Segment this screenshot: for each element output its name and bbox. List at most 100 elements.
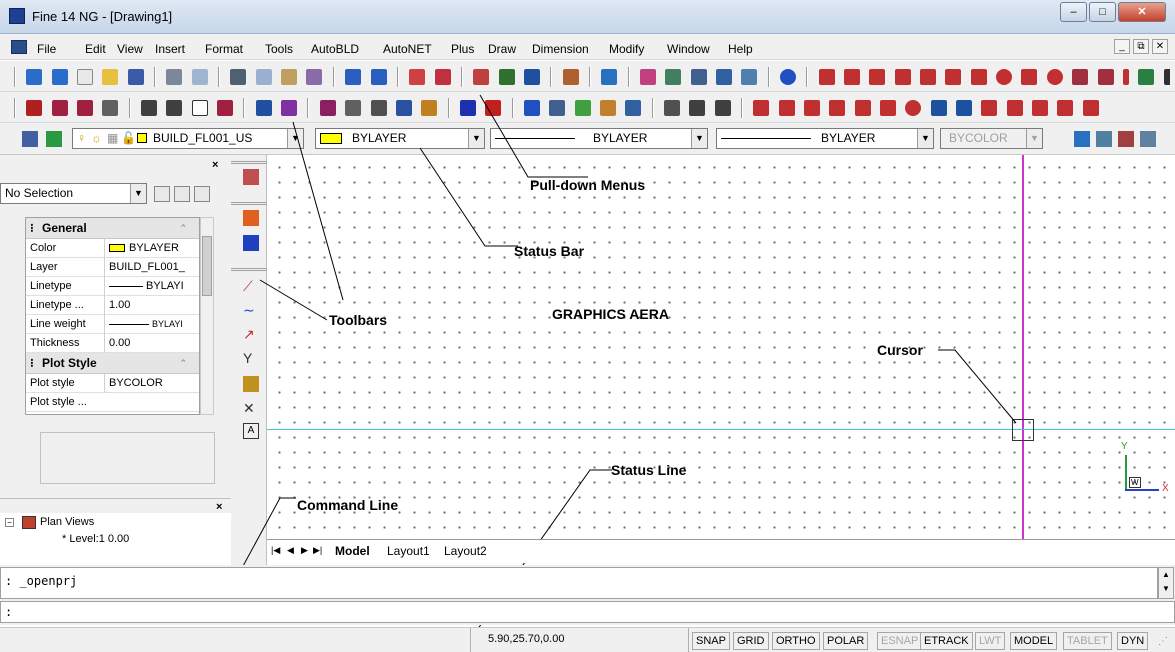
paste-icon[interactable] xyxy=(281,69,298,85)
match-properties-icon[interactable] xyxy=(306,69,323,85)
text-style-icon[interactable] xyxy=(243,235,259,251)
cut-icon[interactable] xyxy=(230,69,247,85)
chamfer-icon[interactable] xyxy=(1057,100,1074,116)
menu-plus[interactable]: Plus xyxy=(451,42,474,56)
arrow-up-icon[interactable] xyxy=(459,100,476,116)
block-icon[interactable] xyxy=(1072,69,1089,85)
insert-block-icon[interactable] xyxy=(1097,69,1114,85)
break-icon[interactable] xyxy=(1032,100,1049,116)
palette-icon[interactable] xyxy=(599,100,616,116)
document-icon[interactable] xyxy=(11,40,27,54)
scroll-thumb[interactable] xyxy=(202,236,212,296)
block-tool-icon[interactable] xyxy=(243,376,259,392)
hline-icon[interactable] xyxy=(523,100,540,116)
menu-format[interactable]: Format xyxy=(205,42,243,56)
layer-icon[interactable] xyxy=(601,69,618,85)
spline-icon[interactable] xyxy=(1021,69,1038,85)
color-select[interactable]: BYLAYER ▼ xyxy=(315,128,485,149)
menu-draw[interactable]: Draw xyxy=(488,42,516,56)
wall-icon[interactable] xyxy=(26,100,43,116)
quick-select-icon[interactable] xyxy=(154,186,170,202)
status-tablet-button[interactable]: TABLET xyxy=(1063,632,1112,650)
prop-row-plot-style[interactable]: Plot style BYCOLOR xyxy=(26,374,199,393)
new-icon[interactable] xyxy=(77,69,94,85)
text-icon[interactable] xyxy=(1163,69,1170,85)
select-objects-icon[interactable] xyxy=(174,186,190,202)
status-esnap-button[interactable]: ESNAP xyxy=(877,632,923,650)
curve-tool-icon[interactable]: ∼ xyxy=(243,302,259,318)
prop-row-linetype-scale[interactable]: Linetype ... 1.00 xyxy=(26,296,199,315)
bld-icon[interactable] xyxy=(26,69,43,85)
line-icon[interactable] xyxy=(818,69,835,85)
fork-tool-icon[interactable]: Y xyxy=(243,350,259,366)
tree-close-button[interactable]: × xyxy=(216,501,222,513)
ray-icon[interactable] xyxy=(844,69,861,85)
mdi-minimize-button[interactable]: _ xyxy=(1114,39,1130,54)
properties-icon[interactable] xyxy=(663,100,680,116)
status-snap-button[interactable]: SNAP xyxy=(692,632,730,650)
circle-icon[interactable] xyxy=(996,69,1013,85)
status-grid-button[interactable]: GRID xyxy=(733,632,769,650)
rotate-icon[interactable] xyxy=(905,100,922,116)
prop-row-linetype[interactable]: Linetype BYLAYI xyxy=(26,277,199,296)
move-icon[interactable] xyxy=(880,100,897,116)
open-icon[interactable] xyxy=(102,69,119,85)
selection-select[interactable]: No Selection ▼ xyxy=(0,183,147,204)
pan-icon[interactable] xyxy=(665,69,682,85)
rectangle-icon[interactable] xyxy=(945,69,962,85)
menu-insert[interactable]: Insert xyxy=(155,42,185,56)
point-icon[interactable] xyxy=(1122,69,1129,85)
line-tool-icon[interactable]: ⟋ xyxy=(243,278,259,294)
undo-icon[interactable] xyxy=(345,69,362,85)
angle-icon[interactable] xyxy=(498,69,515,85)
layer-states-icon[interactable] xyxy=(1074,131,1090,147)
tab-last-icon[interactable]: ▶| xyxy=(313,545,322,556)
group-plot-style[interactable]: ⁝ Plot Style ⌃ xyxy=(26,353,199,374)
snap-line-icon[interactable] xyxy=(473,69,490,85)
beam-icon[interactable] xyxy=(77,100,94,116)
erase-icon[interactable] xyxy=(753,100,770,116)
door-icon[interactable] xyxy=(166,100,183,116)
menu-modify[interactable]: Modify xyxy=(609,42,644,56)
array-icon[interactable] xyxy=(854,100,871,116)
dim-icon[interactable] xyxy=(549,100,566,116)
pick-icon[interactable] xyxy=(639,69,656,85)
prop-row-plot-style-table[interactable]: Plot style ... xyxy=(26,393,199,412)
menu-dimension[interactable]: Dimension xyxy=(532,42,589,56)
redo-icon[interactable] xyxy=(370,69,387,85)
tree-child-label[interactable]: * Level:1 0.00 xyxy=(62,533,129,545)
opening-icon[interactable] xyxy=(217,100,234,116)
text-tool-icon[interactable]: A xyxy=(243,423,259,439)
plotstyle-select[interactable]: BYCOLOR ▼ xyxy=(940,128,1043,149)
mirror-icon[interactable] xyxy=(804,100,821,116)
offset-icon[interactable] xyxy=(829,100,846,116)
save-icon[interactable] xyxy=(127,69,144,85)
plot-icon[interactable] xyxy=(434,69,451,85)
copy-object-icon[interactable] xyxy=(778,100,795,116)
mdi-close-button[interactable]: ✕ xyxy=(1152,39,1168,54)
print-icon[interactable] xyxy=(166,69,183,85)
tab-next-icon[interactable]: ▶ xyxy=(301,545,308,556)
arc-icon[interactable] xyxy=(970,69,987,85)
maximize-button[interactable]: □ xyxy=(1089,2,1116,22)
properties-toggle-icon[interactable] xyxy=(1096,131,1112,147)
property-scrollbar[interactable] xyxy=(200,217,214,415)
status-dyn-button[interactable]: DYN xyxy=(1117,632,1149,650)
menu-window[interactable]: Window xyxy=(667,42,710,56)
panel-close-button[interactable]: × xyxy=(212,159,218,171)
tab-layout1[interactable]: Layout1 xyxy=(387,544,430,558)
grid-icon[interactable] xyxy=(141,100,158,116)
resize-grip-icon[interactable]: ⋰ xyxy=(1158,636,1168,647)
layer-select[interactable]: ♀ ☼ ▦ 🔓 BUILD_FL001_US ▼ xyxy=(72,128,304,149)
pickadd-toggle-icon[interactable] xyxy=(194,186,210,202)
dimension-icon[interactable] xyxy=(243,210,259,226)
status-ortho-button[interactable]: ORTHO xyxy=(772,632,820,650)
network-icon[interactable] xyxy=(714,100,731,116)
zoom-realtime-icon[interactable] xyxy=(690,69,707,85)
menu-view[interactable]: View xyxy=(117,42,143,56)
command-scrollbar[interactable]: ▲ ▼ xyxy=(1158,567,1174,599)
cross-tool-icon[interactable]: ✕ xyxy=(243,400,259,416)
menu-autonet[interactable]: AutoNET xyxy=(383,42,432,56)
linetype-select[interactable]: BYLAYER ▼ xyxy=(490,128,708,149)
design-center-icon[interactable] xyxy=(1118,131,1134,147)
